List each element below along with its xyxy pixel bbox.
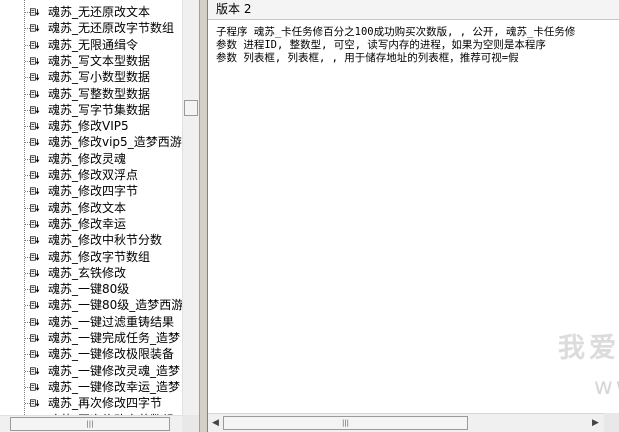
tree-item-label: 魂苏_一键修改灵魂_造梦 (48, 363, 181, 378)
tree-item[interactable]: 魂苏_一键修改灵魂_造梦 (0, 363, 182, 379)
code-horizontal-scrollbar[interactable]: ◀ ||| ▶ (208, 413, 604, 432)
tree-item-label: 魂苏_写文本型数据 (48, 53, 151, 68)
method-icon (30, 155, 40, 163)
tree-item[interactable]: 魂苏_写整数型数据 (0, 86, 182, 102)
method-icon (30, 399, 40, 407)
code-horizontal-scroll-thumb[interactable]: ||| (223, 416, 468, 430)
method-icon (30, 367, 40, 375)
tree-panel: 魂苏_无还原改文本 魂苏_无还原改字节数组 魂苏_无限通缉令 魂苏_写文本型数据 魂苏_… (0, 0, 200, 432)
code-line: 参数 进程ID, 整数型, 可空, 读写内存的进程，如果为空则是本程序 (216, 39, 546, 51)
tree-item[interactable]: 魂苏_一键80级 (0, 281, 182, 297)
tree-item[interactable]: 魂苏_修改字节数组 (0, 249, 182, 265)
method-icon (30, 187, 40, 195)
method-icon (30, 138, 40, 147)
tree-item[interactable]: 魂苏_写字节集数据 (0, 102, 182, 118)
panel-splitter[interactable] (200, 0, 207, 432)
method-icon (30, 220, 40, 228)
method-icon (30, 204, 40, 212)
tree-item-label: 魂苏_一键过滤重铸结果 (48, 314, 175, 329)
tree-item-label: 魂苏_一键80级_造梦西游 (48, 298, 182, 313)
code-line: 参数 列表框, 列表框, , 用于储存地址的列表框，推荐可视=假 (216, 52, 519, 64)
method-icon (30, 318, 40, 326)
method-icon (30, 252, 40, 261)
watermark-title: 我爱辅助论坛 (558, 333, 619, 364)
tree-item-label: 魂苏_修改vip5_造梦西游 (48, 135, 182, 150)
tree-horizontal-scroll-thumb[interactable]: ||| (10, 417, 170, 431)
tree-item[interactable]: 魂苏_玄铁修改 (0, 265, 182, 281)
tree-item[interactable]: 魂苏_无还原改字节数组 (0, 20, 182, 36)
tree-item[interactable]: 魂苏_修改vip5_造梦西游 (0, 134, 182, 150)
tree-item[interactable]: 魂苏_写文本型数据 (0, 53, 182, 69)
tree-item[interactable]: 魂苏_再次修改四字节 (0, 395, 182, 411)
method-icon (30, 350, 40, 358)
version-label: 版本 2 (216, 2, 252, 16)
tree-item[interactable]: 魂苏_修改VIP5 (0, 118, 182, 134)
tree-item-label: 魂苏_修改四字节 (48, 184, 139, 199)
watermark-url: www.52fzba.com (594, 374, 619, 400)
tree-vertical-scrollbar[interactable] (182, 0, 199, 415)
tree-item[interactable]: 魂苏_一键修改极限装备 (0, 346, 182, 362)
method-icon (30, 285, 40, 293)
tree-item-label: 魂苏_无限通缉令 (48, 37, 139, 52)
tree-item-label: 魂苏_写小数型数据 (48, 70, 151, 85)
tree-item[interactable]: 魂苏_修改中秋节分数 (0, 232, 182, 248)
method-icon (30, 41, 40, 49)
code-header: 版本 2 (208, 0, 619, 20)
code-panel: 版本 2 子程序 魂苏_卡任务修百分之100成功购买次数版, , 公开, 魂苏_… (207, 0, 619, 432)
method-icon (30, 73, 40, 81)
method-icon (30, 122, 40, 130)
method-icon (30, 236, 40, 244)
tree-item-label: 魂苏_无还原改字节数组 (48, 21, 175, 36)
tree-item-label: 魂苏_玄铁修改 (48, 265, 127, 280)
scroll-right-icon[interactable]: ▶ (592, 418, 599, 428)
tree-horizontal-scrollbar[interactable]: ||| (0, 415, 182, 432)
tree-item-label: 魂苏_修改中秋节分数 (48, 233, 163, 248)
tree-item-label: 魂苏_写字节集数据 (48, 102, 151, 117)
method-icon (30, 106, 40, 114)
tree-item-label: 魂苏_无还原改文本 (48, 5, 151, 19)
tree-item-label: 魂苏_再次修改四字节 (48, 396, 163, 411)
tree-item-label: 魂苏_修改字节数组 (48, 249, 151, 264)
tree-item[interactable]: 魂苏_修改文本 (0, 200, 182, 216)
method-icon (30, 334, 40, 342)
tree-item[interactable]: 魂苏_修改双浮点 (0, 167, 182, 183)
method-icon (30, 57, 40, 65)
tree-item-label: 魂苏_一键完成任务_造梦 (48, 331, 181, 345)
tree-vertical-scroll-thumb[interactable] (184, 100, 198, 116)
tree-item-label: 魂苏_修改文本 (48, 200, 127, 215)
tree-item-label: 魂苏_修改幸运 (48, 216, 127, 231)
method-icon (30, 383, 40, 391)
method-icon (30, 8, 40, 16)
tree-item-label: 魂苏_写整数型数据 (48, 86, 151, 101)
scroll-left-icon[interactable]: ◀ (212, 418, 219, 428)
tree-item[interactable]: 魂苏_一键修改幸运_造梦 (0, 379, 182, 395)
tree-item[interactable]: 魂苏_无限通缉令 (0, 37, 182, 53)
tree-item-label: 魂苏_修改VIP5 (48, 119, 129, 134)
tree-item[interactable]: 魂苏_修改四字节 (0, 183, 182, 199)
scroll-corner (182, 415, 199, 432)
tree-item-label: 魂苏_修改灵魂 (48, 151, 127, 166)
tree-item[interactable]: 魂苏_修改灵魂 (0, 151, 182, 167)
tree-item-label: 魂苏_修改双浮点 (48, 168, 139, 182)
tree-item-label: 魂苏_一键80级 (48, 282, 130, 297)
method-icon (30, 89, 40, 98)
method-icon (30, 171, 40, 179)
tree-item[interactable]: 魂苏_一键完成任务_造梦 (0, 330, 182, 346)
tree-item[interactable]: 魂苏_一键过滤重铸结果 (0, 314, 182, 330)
code-editor[interactable]: 子程序 魂苏_卡任务修百分之100成功购买次数版, , 公开, 魂苏_卡任务修 … (216, 26, 619, 65)
tree-item[interactable]: 魂苏_无还原改文本 (0, 4, 182, 20)
tree-item[interactable]: 魂苏_修改幸运 (0, 216, 182, 232)
method-tree[interactable]: 魂苏_无还原改文本 魂苏_无还原改字节数组 魂苏_无限通缉令 魂苏_写文本型数据 魂苏_… (0, 0, 182, 415)
code-line: 子程序 魂苏_卡任务修百分之100成功购买次数版, , 公开, 魂苏_卡任务修 (216, 26, 576, 38)
method-icon (30, 269, 40, 277)
tree-item[interactable]: 魂苏_写小数型数据 (0, 69, 182, 85)
tree-item-label: 魂苏_一键修改极限装备 (48, 347, 175, 362)
method-icon (30, 24, 40, 32)
tree-item[interactable]: 魂苏_一键80级_造梦西游 (0, 297, 182, 313)
method-icon (30, 301, 40, 310)
scroll-corner (604, 413, 619, 432)
tree-item-label: 魂苏_一键修改幸运_造梦 (48, 379, 181, 394)
